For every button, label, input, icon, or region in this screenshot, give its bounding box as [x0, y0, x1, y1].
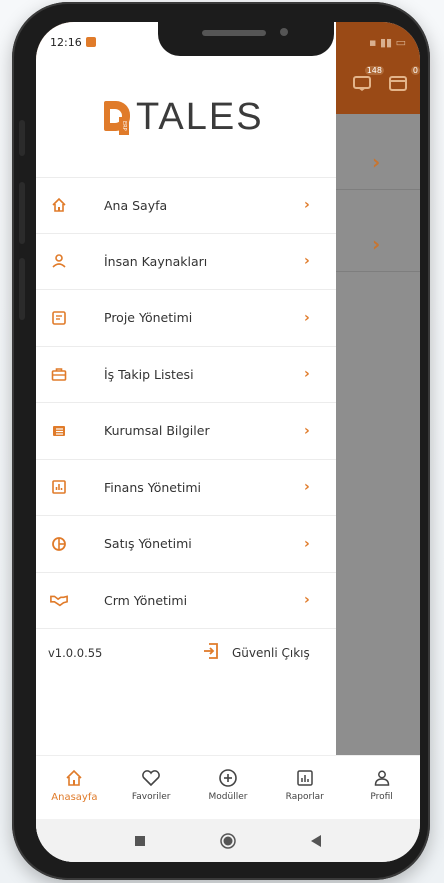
chevron-right-icon: › — [304, 535, 310, 552]
add-circle-icon — [218, 768, 238, 788]
chevron-right-icon: › — [372, 150, 381, 174]
tab-anasayfa[interactable]: Anasayfa — [36, 756, 113, 820]
calendar-badge: 0 — [410, 66, 420, 75]
chevron-right-icon: › — [304, 309, 310, 326]
document-icon — [50, 309, 68, 327]
home-button[interactable] — [218, 831, 238, 851]
menu-item-proje-yonetimi[interactable]: Proje Yönetimi › — [36, 290, 336, 347]
side-button-volume-down — [19, 258, 25, 320]
side-button-volume-up — [19, 182, 25, 244]
home-icon — [65, 768, 83, 788]
tab-label: Profil — [370, 792, 393, 802]
menu-item-finans-yonetimi[interactable]: Finans Yönetimi › — [36, 460, 336, 516]
menu-item-label: İnsan Kaynakları — [104, 253, 208, 269]
chevron-right-icon: › — [304, 197, 310, 214]
tab-favoriler[interactable]: Favoriler — [113, 756, 190, 820]
bottom-tab-bar: Anasayfa Favoriler Modüller Raporlar Pro… — [36, 755, 420, 819]
notification-icon[interactable]: 148 — [352, 66, 384, 94]
list-icon — [50, 422, 68, 440]
chevron-right-icon: › — [304, 422, 310, 439]
menu-item-label: Ana Sayfa — [104, 197, 168, 213]
logout-button[interactable]: Güvenli Çıkış — [202, 642, 310, 664]
person-icon — [373, 768, 391, 788]
system-navigation-bar — [36, 819, 420, 862]
heart-icon — [141, 768, 161, 788]
logo-mark-text: ERP — [119, 116, 129, 135]
person-icon — [50, 252, 68, 270]
menu-item-kurumsal-bilgiler[interactable]: Kurumsal Bilgiler › — [36, 403, 336, 460]
app-notification-icon — [85, 37, 96, 47]
chart-icon — [50, 478, 68, 496]
tab-label: Favoriler — [131, 792, 171, 802]
menu-item-label: Crm Yönetimi — [104, 592, 188, 608]
menu-item-label: Proje Yönetimi — [104, 310, 193, 326]
status-icons: ▪ ▮▮ ▭ — [369, 36, 406, 49]
briefcase-icon — [50, 365, 68, 383]
calendar-icon[interactable]: 0 — [388, 66, 420, 94]
logout-label: Güvenli Çıkış — [232, 646, 310, 660]
navigation-drawer: 12:16 ERP TALES Ana Sayfa › İnsan Kaynak… — [36, 22, 336, 862]
app-logo: ERP TALES — [104, 96, 264, 139]
home-icon — [50, 196, 68, 214]
chevron-right-icon: › — [372, 232, 381, 256]
tab-label: Raporlar — [285, 792, 324, 802]
side-button-mute — [19, 120, 25, 156]
background-list-row[interactable]: › — [336, 136, 420, 190]
logo-text: TALES — [136, 96, 264, 138]
drawer-menu: Ana Sayfa › İnsan Kaynakları › Proje Yön… — [36, 177, 336, 629]
menu-item-insan-kaynaklari[interactable]: İnsan Kaynakları › — [36, 234, 336, 290]
phone-notch — [158, 22, 334, 56]
tab-profil[interactable]: Profil — [343, 756, 420, 820]
chevron-right-icon: › — [304, 253, 310, 270]
tab-label: Anasayfa — [51, 792, 98, 803]
speaker-grille — [202, 30, 266, 36]
status-time: 12:16 — [50, 35, 82, 49]
status-bar: 12:16 — [50, 34, 96, 50]
menu-item-label: Kurumsal Bilgiler — [104, 423, 210, 439]
chevron-right-icon: › — [304, 592, 310, 609]
tab-label: Modüller — [208, 792, 248, 802]
logout-icon — [202, 642, 220, 664]
recents-button[interactable] — [130, 831, 150, 851]
logo-mark-icon: ERP — [104, 100, 132, 135]
menu-item-ana-sayfa[interactable]: Ana Sayfa › — [36, 177, 336, 234]
back-button[interactable] — [306, 831, 326, 851]
menu-item-crm-yonetimi[interactable]: Crm Yönetimi › — [36, 573, 336, 629]
tab-raporlar[interactable]: Raporlar — [266, 756, 343, 820]
chevron-right-icon: › — [304, 366, 310, 383]
menu-item-label: Satış Yönetimi — [104, 536, 192, 552]
phone-screen: ▪ ▮▮ ▭ 148 0 › › 12:16 ERP TALES Ana Say… — [36, 22, 420, 862]
menu-item-is-takip-listesi[interactable]: İş Takip Listesi › — [36, 347, 336, 403]
menu-item-label: İş Takip Listesi — [104, 366, 194, 382]
menu-item-satis-yonetimi[interactable]: Satış Yönetimi › — [36, 516, 336, 573]
tab-moduller[interactable]: Modüller — [190, 756, 267, 820]
drawer-footer: v1.0.0.55 Güvenli Çıkış — [36, 634, 336, 674]
menu-item-label: Finans Yönetimi — [104, 479, 202, 495]
front-camera — [280, 28, 288, 36]
handshake-icon — [50, 591, 68, 609]
app-version: v1.0.0.55 — [48, 646, 103, 660]
pie-chart-icon — [50, 535, 68, 553]
chevron-right-icon: › — [304, 479, 310, 496]
background-list-row[interactable]: › — [336, 218, 420, 272]
report-icon — [296, 768, 314, 788]
notification-badge: 148 — [364, 66, 384, 75]
